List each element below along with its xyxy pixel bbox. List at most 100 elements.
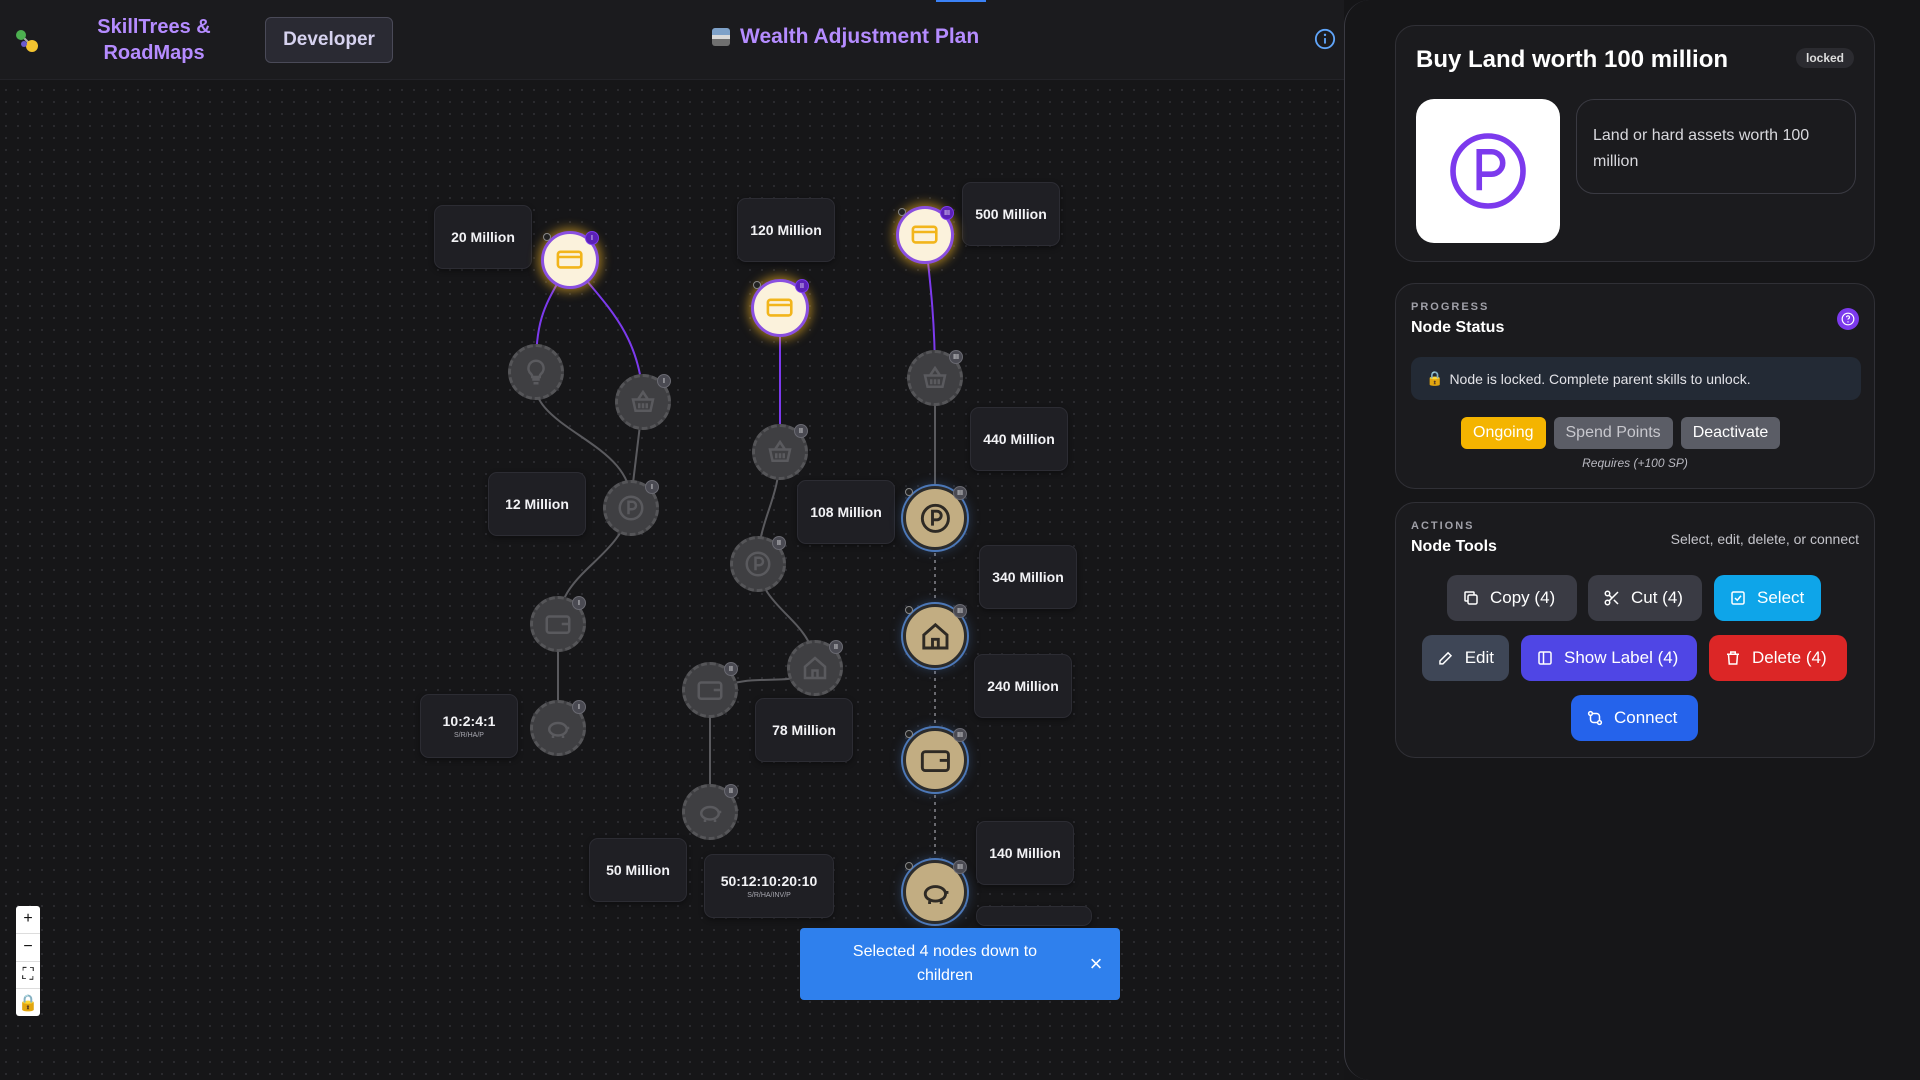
skill-node-selected[interactable]: III — [903, 860, 967, 924]
cut-button[interactable]: Cut (4) — [1588, 575, 1702, 621]
basket-icon — [768, 439, 792, 462]
skill-node[interactable]: III — [907, 350, 963, 406]
node-description: Land or hard assets worth 100 million — [1576, 99, 1856, 194]
node-summary-card: Buy Land worth 100 million locked Land o… — [1395, 25, 1875, 262]
node-label[interactable]: 108 Million — [797, 480, 895, 544]
skill-node[interactable]: II — [751, 279, 809, 337]
toast-message: Selected 4 nodes down to children — [852, 943, 1038, 984]
tier-badge: I — [572, 596, 586, 610]
skill-node[interactable]: III — [896, 206, 954, 264]
skill-node[interactable]: II — [787, 640, 843, 696]
skill-node[interactable]: I — [603, 480, 659, 536]
tier-badge: II — [724, 784, 738, 798]
parking-p-icon — [618, 495, 644, 521]
node-label[interactable]: 500 Million — [962, 182, 1060, 246]
node-label[interactable]: 20 Million — [434, 205, 532, 269]
show-label-button[interactable]: Show Label (4) — [1521, 635, 1697, 681]
padlock-icon: 🔒 — [1426, 370, 1444, 386]
developer-button[interactable]: Developer — [265, 17, 393, 63]
app-root: 20 Million 120 Million 500 Million 12 Mi… — [0, 0, 1920, 1080]
spend-points-button[interactable]: Spend Points — [1553, 417, 1673, 449]
zoom-in-icon[interactable]: + — [16, 906, 40, 934]
tier-badge: I — [572, 700, 586, 714]
select-button[interactable]: Select — [1714, 575, 1821, 621]
connect-button[interactable]: Connect — [1571, 695, 1698, 741]
tier-badge: III — [953, 604, 967, 618]
tier-badge: II — [795, 279, 809, 293]
node-label-partial[interactable] — [976, 906, 1092, 926]
node-label[interactable]: 10:2:4:1 S/R/HA/P — [420, 694, 518, 758]
pin-icon — [898, 208, 906, 216]
skill-node[interactable]: I — [530, 596, 586, 652]
node-label[interactable]: 78 Million — [755, 698, 853, 762]
tier-badge: I — [645, 480, 659, 494]
edit-button[interactable]: Edit — [1422, 635, 1509, 681]
section-eyebrow: PROGRESS — [1411, 301, 1490, 313]
node-label[interactable]: 12 Million — [488, 472, 586, 536]
help-icon[interactable] — [1837, 308, 1859, 330]
tier-badge: III — [953, 860, 967, 874]
status-buttons: Ongoing Spend Points Deactivate — [1461, 417, 1781, 449]
zoom-out-icon[interactable]: − — [16, 934, 40, 962]
wallet-icon — [545, 615, 571, 634]
info-icon[interactable] — [1314, 28, 1336, 50]
skill-node[interactable]: II — [682, 662, 738, 718]
ongoing-button[interactable]: Ongoing — [1461, 417, 1546, 449]
parking-p-icon — [1450, 133, 1526, 209]
section-eyebrow: ACTIONS — [1411, 520, 1475, 532]
skill-node[interactable]: II — [730, 536, 786, 592]
skill-node[interactable]: I — [530, 700, 586, 756]
pin-icon — [905, 862, 913, 870]
skill-node-selected[interactable]: III — [903, 604, 967, 668]
delete-button[interactable]: Delete (4) — [1709, 635, 1847, 681]
home-icon — [803, 656, 827, 680]
top-bar: SkillTrees & RoadMaps Developer Wealth A… — [0, 0, 1344, 80]
node-details-panel: Buy Land worth 100 million locked Land o… — [1344, 0, 1920, 1080]
node-edges — [533, 234, 936, 892]
node-label[interactable]: 340 Million — [979, 545, 1077, 609]
skill-node[interactable] — [508, 344, 564, 400]
node-label[interactable]: 140 Million — [976, 821, 1074, 885]
trash-icon — [1727, 651, 1739, 665]
node-label[interactable]: 50:12:10:20:10 S/R/HA/INV/P — [704, 854, 834, 918]
tier-badge: II — [772, 536, 786, 550]
parking-p-icon — [745, 551, 771, 577]
skill-node[interactable]: II — [752, 424, 808, 480]
skill-node-selected[interactable]: III — [903, 486, 967, 550]
tier-badge: III — [940, 206, 954, 220]
lock-message: 🔒 Node is locked. Complete parent skills… — [1411, 357, 1861, 400]
copy-icon — [1464, 591, 1478, 605]
connect-icon — [1587, 710, 1603, 726]
parking-p-icon — [920, 503, 950, 533]
plan-title-text: Wealth Adjustment Plan — [740, 25, 980, 48]
lock-icon[interactable]: 🔒 — [16, 989, 40, 1016]
tier-badge: III — [953, 728, 967, 742]
skill-node[interactable]: I — [615, 374, 671, 430]
tier-badge: I — [657, 374, 671, 388]
skill-node-selected[interactable]: III — [903, 728, 967, 792]
skill-tree-canvas[interactable]: 20 Million 120 Million 500 Million 12 Mi… — [0, 0, 1344, 1080]
fit-view-icon[interactable]: ⛶ — [16, 962, 40, 990]
node-label[interactable]: 120 Million — [737, 198, 835, 262]
actions-card: ACTIONS Node Tools Select, edit, delete,… — [1395, 502, 1875, 758]
map-emoji-icon — [712, 28, 730, 46]
edit-icon — [1439, 651, 1453, 665]
skill-node[interactable]: II — [682, 784, 738, 840]
copy-button[interactable]: Copy (4) — [1447, 575, 1577, 621]
section-title: Node Tools — [1411, 538, 1497, 555]
app-logo-icon[interactable] — [14, 28, 40, 54]
scissors-icon — [1604, 590, 1619, 606]
brand-title[interactable]: SkillTrees & RoadMaps — [94, 14, 214, 66]
piggy-bank-icon — [923, 884, 949, 904]
basket-icon — [923, 365, 947, 388]
node-label[interactable]: 50 Million — [589, 838, 687, 902]
deactivate-button[interactable]: Deactivate — [1680, 417, 1781, 449]
node-label[interactable]: 240 Million — [974, 654, 1072, 718]
pin-icon — [543, 233, 551, 241]
basket-icon — [631, 389, 655, 412]
pin-icon — [905, 730, 913, 738]
zoom-controls: + − ⛶ 🔒 — [16, 906, 40, 1016]
node-label[interactable]: 440 Million — [970, 407, 1068, 471]
close-icon[interactable]: × — [1084, 952, 1108, 976]
skill-node[interactable]: I — [541, 231, 599, 289]
